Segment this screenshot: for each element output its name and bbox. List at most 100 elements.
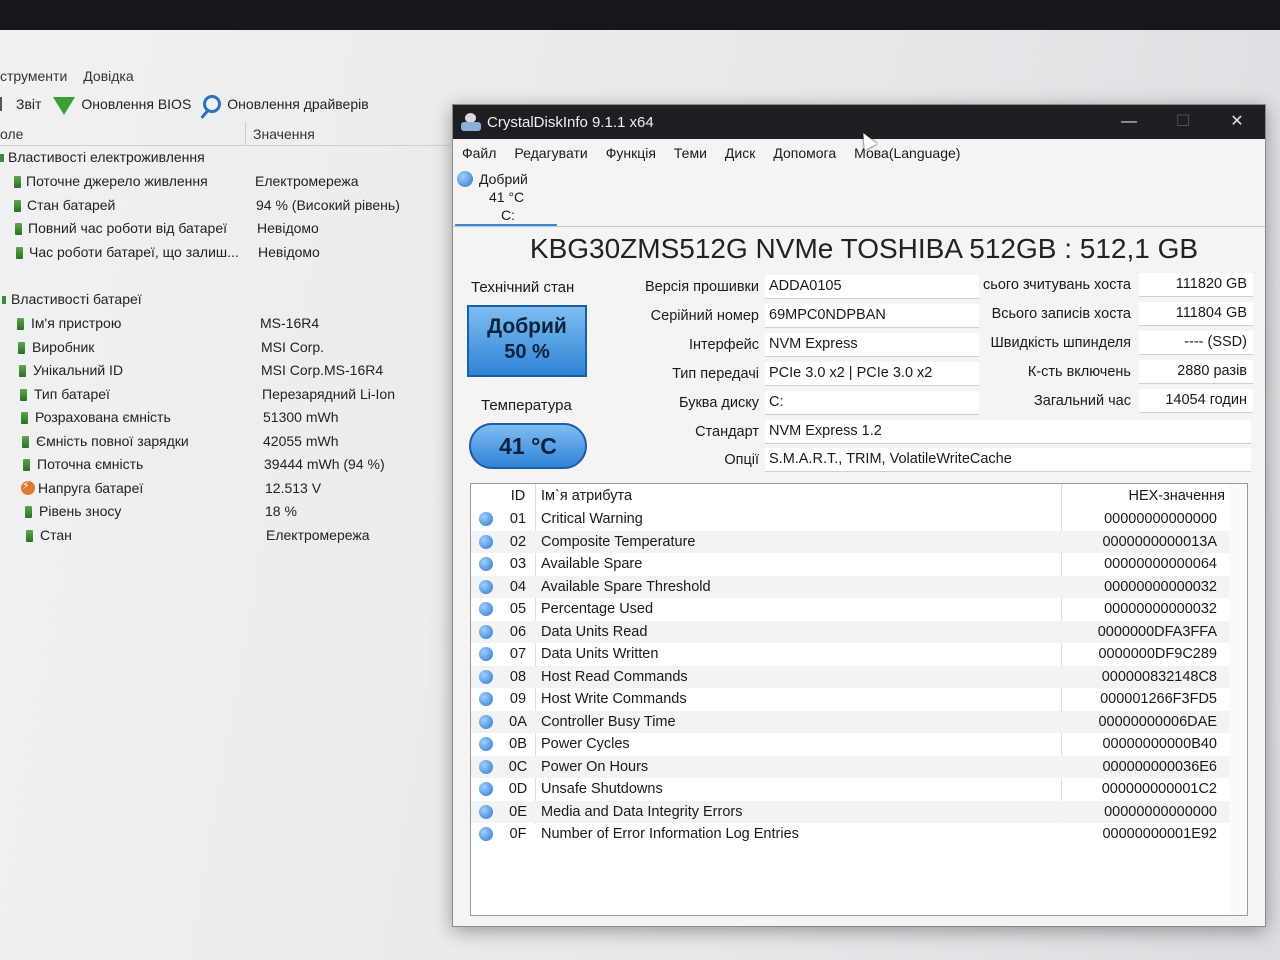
battery-icon — [15, 223, 22, 235]
row-name: Available Spare — [541, 556, 643, 572]
tree-row[interactable]: Унікальний ID MSI Corp.MS-16R4 — [0, 359, 450, 383]
minimize-button[interactable]: — — [1107, 109, 1151, 135]
table-row[interactable]: 04 Available Spare Threshold 00000000000… — [471, 575, 1231, 598]
row-id: 04 — [509, 578, 527, 595]
tree-row[interactable]: Напруга батареї 12.513 V — [0, 477, 450, 501]
menu-help[interactable]: Довідка — [83, 66, 133, 88]
table-row[interactable]: 0B Power Cycles 00000000000B40 — [471, 733, 1231, 756]
maximize-button[interactable]: ☐ — [1161, 109, 1205, 135]
disk-model-title: KBG30ZMS512G NVMe TOSHIBA 512GB : 512,1 … — [529, 233, 1199, 264]
transfer-mode-value: PCIe 3.0 x2 | PCIe 3.0 x2 — [765, 362, 979, 386]
row-value: MS-16R4 — [260, 315, 320, 331]
row-value: Електромережа — [255, 173, 359, 189]
tree-row[interactable]: Ім'я пристрою MS-16R4 — [0, 312, 450, 336]
tree-row[interactable]: Ємність повної зарядки 42055 mWh — [0, 430, 450, 454]
drive-letter-value: C: — [765, 391, 979, 415]
report-button[interactable]: Звіт — [0, 96, 41, 112]
host-writes-value: 111804 GB — [1139, 302, 1253, 326]
battery-icon — [17, 318, 24, 330]
status-dot-icon — [479, 827, 493, 841]
column-field[interactable]: оле — [0, 126, 23, 142]
battery-icon — [23, 459, 30, 471]
row-id: 08 — [509, 668, 527, 685]
table-scrollbar[interactable] — [1229, 484, 1247, 915]
status-dot-icon — [479, 737, 493, 751]
row-label: Рівень зносу — [39, 503, 122, 519]
background-toolbar: Звіт Оновлення BIOS Оновлення драйверів — [0, 88, 369, 120]
table-row[interactable]: 0E Media and Data Integrity Errors 00000… — [471, 800, 1231, 823]
tree-row[interactable]: Стан батарей 94 % (Високий рівень) — [0, 194, 450, 218]
disk-tab-c[interactable]: Добрий 41 °C C: — [455, 167, 557, 227]
health-status-button[interactable]: Добрий 50 % — [467, 305, 587, 377]
table-row[interactable]: 02 Composite Temperature 0000000000013A — [471, 530, 1231, 553]
tree-row[interactable]: Повний час роботи від батареї Невідомо — [0, 217, 450, 241]
status-dot-icon — [479, 714, 493, 729]
row-id: 03 — [509, 556, 527, 572]
menu-help[interactable]: Допомога — [764, 139, 845, 165]
row-hex: 00000000001E92 — [1102, 826, 1217, 842]
tree-row[interactable]: Рівень зносу 18 % — [0, 500, 450, 524]
status-dot-icon — [479, 647, 493, 661]
menu-themes[interactable]: Теми — [665, 139, 716, 165]
header-hex-value[interactable]: HEX-значення — [1071, 484, 1225, 508]
tree-row[interactable]: Виробник MSI Corp. — [0, 336, 450, 360]
column-value[interactable]: Значення — [253, 126, 315, 142]
header-attribute-name[interactable]: Ім`я атрибута — [541, 484, 632, 508]
table-row[interactable]: 09 Host Write Commands 000001266F3FD5 — [471, 688, 1231, 711]
battery-icon — [16, 246, 23, 259]
tree-row[interactable]: Стан Електромережа — [0, 524, 450, 548]
status-dot-icon — [479, 602, 493, 616]
table-row[interactable]: 0F Number of Error Information Log Entri… — [471, 823, 1231, 846]
row-name: Composite Temperature — [541, 533, 696, 550]
driver-update-button[interactable]: Оновлення драйверів — [203, 95, 369, 113]
table-row[interactable]: 01 Critical Warning 00000000000000 — [471, 508, 1231, 531]
menu-function[interactable]: Функція — [597, 139, 665, 165]
row-label: Стан — [40, 526, 72, 543]
menu-edit[interactable]: Редагувати — [505, 139, 596, 165]
host-writes-label: Всього записів хоста — [991, 306, 1131, 322]
battery-icon — [25, 506, 32, 518]
tree-row[interactable]: Час роботи батареї, що залиш... Невідомо — [0, 241, 450, 265]
row-hex: 0000000DF9C289 — [1098, 646, 1217, 662]
table-row[interactable]: 0A Controller Busy Time 00000000006DAE — [471, 710, 1231, 733]
header-id[interactable]: ID — [501, 484, 535, 508]
status-dot-icon — [479, 512, 493, 526]
smart-attribute-table[interactable]: ID Ім`я атрибута HEX-значення 01 Critica… — [470, 483, 1248, 916]
tree-group-battery[interactable]: Властивості батареї — [0, 288, 450, 312]
firmware-label: Версія прошивки — [644, 279, 759, 295]
group-icon — [0, 154, 4, 162]
tree-row[interactable]: Поточна ємність 39444 mWh (94 %) — [0, 453, 450, 477]
crystaldiskinfo-window: CrystalDiskInfo 9.1.1 x64 — ☐ ✕ Файл Ред… — [452, 104, 1266, 927]
row-label: Ємність повної зарядки — [36, 432, 189, 449]
bios-update-button[interactable]: Оновлення BIOS — [53, 93, 191, 115]
table-row[interactable]: 05 Percentage Used 00000000000032 — [471, 598, 1231, 621]
firmware-value: ADDA0105 — [765, 275, 979, 299]
status-dot-icon — [479, 579, 493, 594]
row-value: Невідомо — [257, 220, 319, 236]
row-name: Power Cycles — [541, 736, 630, 752]
tree-group-power[interactable]: Властивості електроживлення — [0, 146, 450, 170]
row-name: Unsafe Shutdowns — [541, 781, 663, 797]
row-label: Тип батареї — [34, 385, 110, 402]
power-on-hours-label: Загальний час — [1034, 393, 1131, 409]
table-row[interactable]: 07 Data Units Written 0000000DF9C289 — [471, 643, 1231, 666]
tree-row[interactable]: Тип батареї Перезарядний Li-Ion — [0, 383, 450, 407]
menu-file[interactable]: Файл — [453, 139, 505, 165]
row-value: 42055 mWh — [263, 432, 339, 449]
tree-row[interactable]: Розрахована ємність 51300 mWh — [0, 406, 450, 430]
table-row[interactable]: 06 Data Units Read 0000000DFA3FFA — [471, 620, 1231, 643]
row-name: Host Read Commands — [541, 668, 688, 685]
row-hex: 000000000001C2 — [1101, 781, 1217, 797]
table-row[interactable]: 0C Power On Hours 000000000036E6 — [471, 755, 1231, 778]
menu-disk[interactable]: Диск — [716, 139, 764, 165]
menu-tools[interactable]: струменти — [0, 66, 67, 88]
row-label: Повний час роботи від батареї — [28, 220, 227, 236]
report-icon — [0, 97, 10, 111]
temperature-value[interactable]: 41 °C — [469, 423, 587, 469]
table-row[interactable]: 03 Available Spare 00000000000064 — [471, 553, 1231, 576]
close-button[interactable]: ✕ — [1215, 109, 1259, 135]
tree-row[interactable]: Поточне джерело живлення Електромережа — [0, 170, 450, 194]
table-row[interactable]: 08 Host Read Commands 000000832148C8 — [471, 665, 1231, 688]
table-row[interactable]: 0D Unsafe Shutdowns 000000000001C2 — [471, 778, 1231, 801]
rotation-rate-label: Швидкість шпинделя — [990, 335, 1131, 351]
